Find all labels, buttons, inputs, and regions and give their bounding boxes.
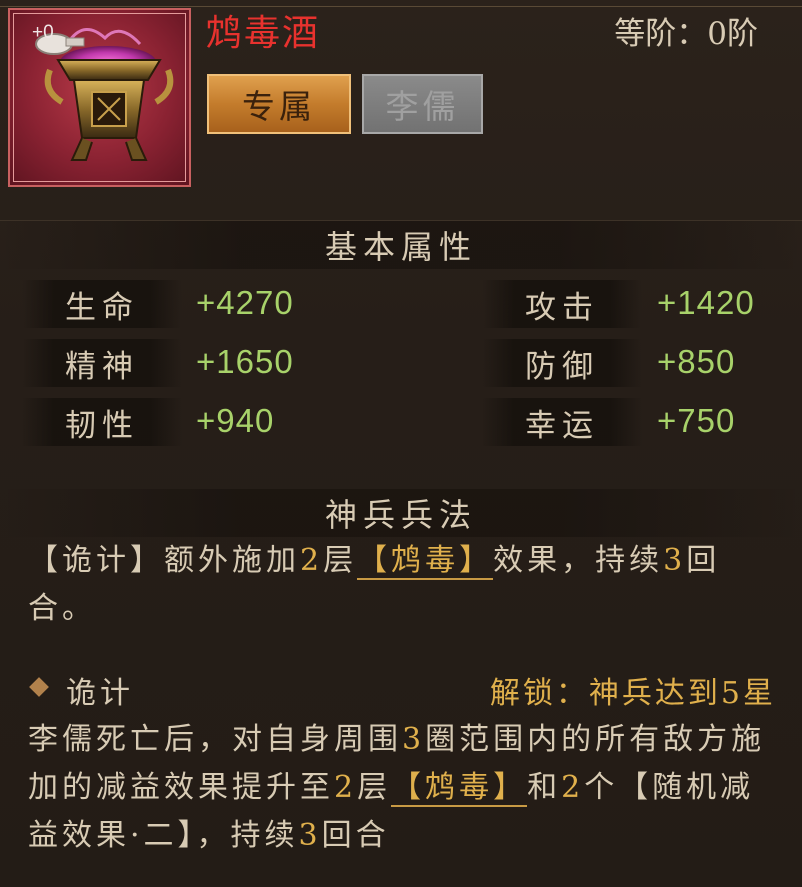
stat-label-attack: 攻击: [482, 280, 642, 328]
desc-number: 3: [663, 543, 687, 578]
exclusive-button[interactable]: 专属: [207, 74, 351, 134]
stat-value-hp: +4270: [196, 284, 294, 321]
desc-text: 层: [357, 770, 392, 805]
tactics-header: 神兵兵法: [0, 489, 802, 537]
stat-label-spirit: 精神: [22, 339, 182, 387]
stat-value-toughness: +940: [196, 402, 275, 439]
top-divider: [0, 6, 802, 7]
stat-label-defense: 防御: [482, 339, 642, 387]
stat-value-defense: +850: [657, 343, 736, 380]
desc-text: 效果，持续: [493, 543, 664, 578]
item-name: 鸩毒酒: [206, 13, 321, 54]
basic-attributes-header: 基本属性: [0, 221, 802, 269]
enhance-level: +0: [32, 22, 54, 43]
stat-label-toughness: 韧性: [22, 398, 182, 446]
desc-text: 李儒死亡后，对自身周围: [28, 722, 402, 757]
desc-text: 回合: [321, 818, 390, 853]
skill-name: 诡计: [66, 676, 134, 711]
poison-effect-link[interactable]: 【鸩毒】: [391, 770, 528, 807]
tier-label: 等阶：: [614, 16, 708, 52]
tier-value: 0阶: [707, 16, 758, 52]
item-icon-frame[interactable]: +0: [8, 8, 191, 187]
unlock-condition: 解锁：神兵达到5星: [489, 676, 776, 711]
desc-number: 2: [334, 770, 358, 805]
tactics-description: 【诡计】额外施加2层【鸩毒】效果，持续3回合。: [28, 537, 788, 633]
skill-row: 诡计 解锁：神兵达到5星: [28, 668, 776, 716]
desc-text: 层: [323, 543, 358, 578]
hero-button[interactable]: 李儒: [362, 74, 483, 134]
desc-number: 2: [300, 543, 324, 578]
desc-number: 2: [561, 770, 585, 805]
stat-value-attack: +1420: [657, 284, 755, 321]
diamond-bullet-icon: [29, 677, 49, 697]
skill-description: 李儒死亡后，对自身周围3圈范围内的所有敌方施加的减益效果提升至2层【鸩毒】和2个…: [28, 716, 788, 860]
tier-info: 等阶：0阶: [614, 8, 758, 53]
stat-label-hp: 生命: [22, 280, 182, 328]
stat-value-luck: +750: [657, 402, 736, 439]
desc-text: 【诡计】额外施加: [28, 543, 300, 578]
item-detail-panel: +0 鸩毒酒 等阶：0阶 专属 李儒 基本属性 生命 +4270 攻击 +142…: [0, 0, 802, 887]
stat-label-luck: 幸运: [482, 398, 642, 446]
desc-number: 3: [402, 722, 426, 757]
stat-value-spirit: +1650: [196, 343, 294, 380]
desc-text: 和: [527, 770, 562, 805]
poison-effect-link[interactable]: 【鸩毒】: [357, 543, 494, 580]
desc-number: 3: [298, 818, 322, 853]
